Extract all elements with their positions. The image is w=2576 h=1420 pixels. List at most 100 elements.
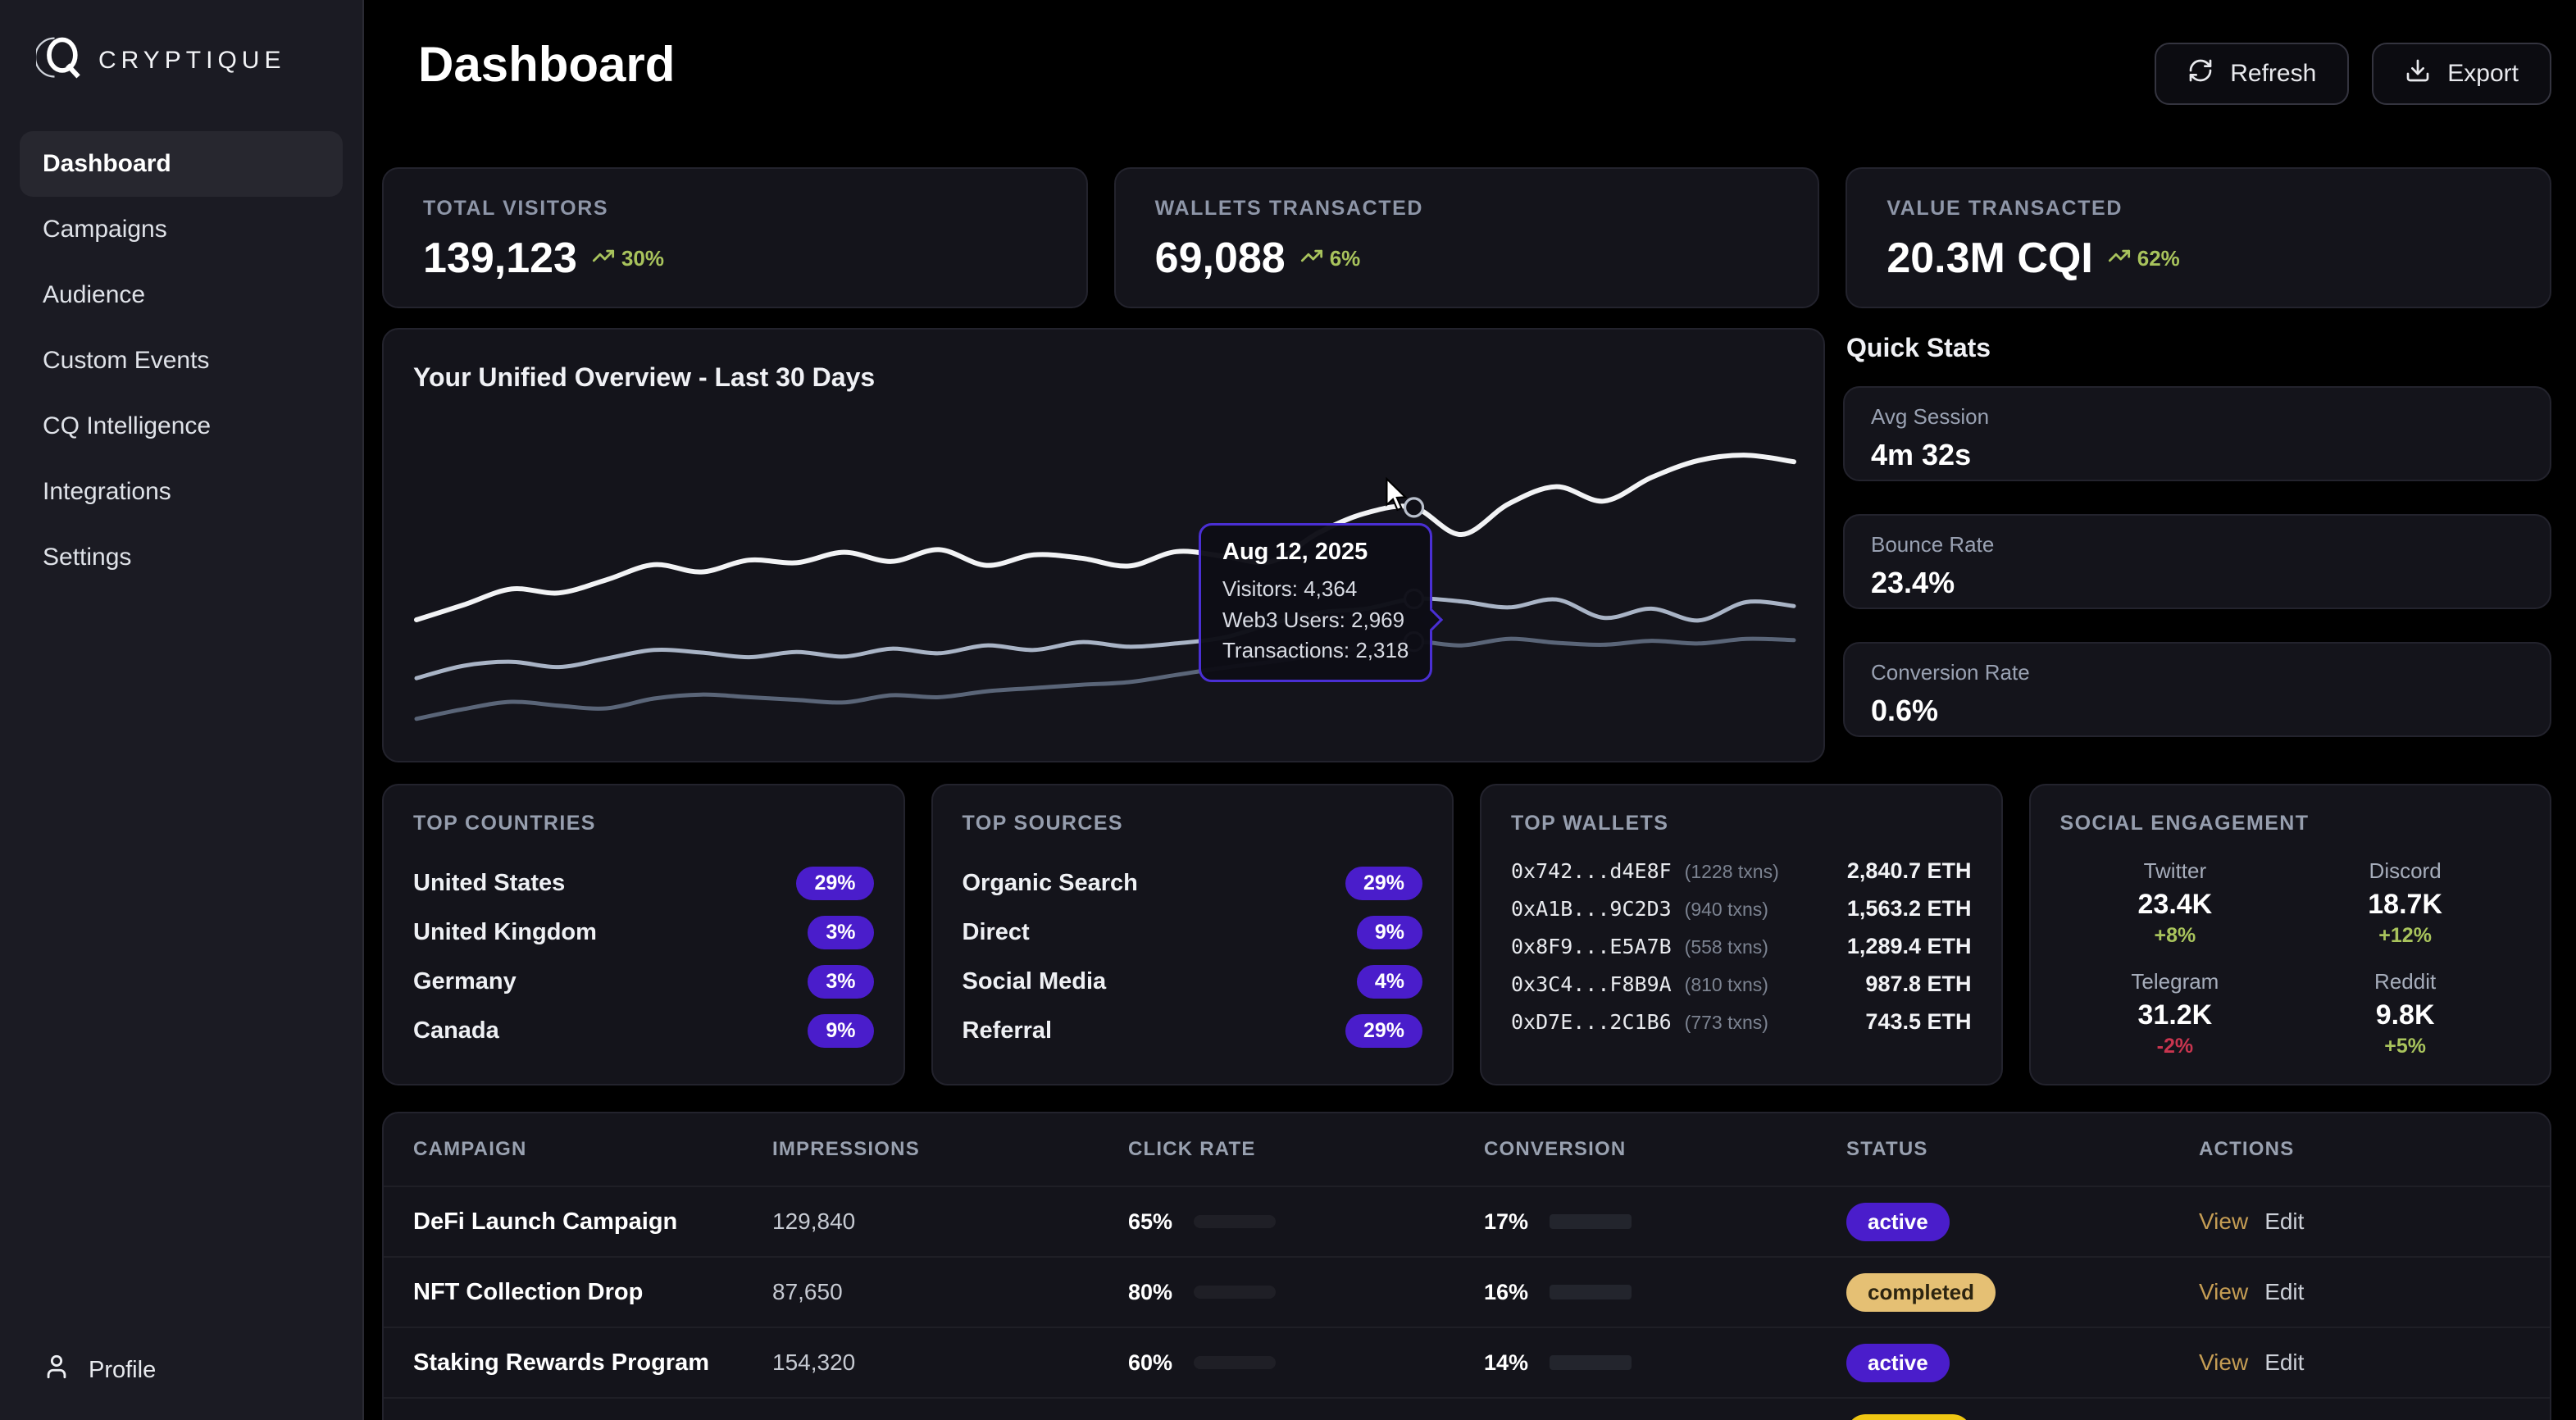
panel-title: TOP WALLETS	[1511, 812, 1972, 835]
stat-value: 139,123	[423, 234, 577, 283]
conversion-value: 17%	[1484, 1209, 1533, 1235]
social-label: Discord	[2290, 858, 2520, 884]
table-row: DeFi Launch Campaign 129,840 65% 17% act…	[384, 1186, 2550, 1256]
conversion-cell: 16%	[1484, 1280, 1846, 1305]
source-label: Direct	[963, 919, 1030, 946]
edit-link[interactable]: Edit	[2264, 1349, 2304, 1376]
tooltip-transactions: Transactions: 2,318	[1222, 635, 1409, 667]
tooltip-visitors: Visitors: 4,364	[1222, 574, 1409, 605]
click-rate-cell: 80%	[1128, 1280, 1484, 1305]
social-change: -2%	[2060, 1035, 2291, 1058]
social-grid: Twitter 23.4K +8% Discord 18.7K +12% Tel…	[2060, 858, 2521, 1058]
click-rate-value: 65%	[1128, 1209, 1177, 1235]
click-rate-value: 80%	[1128, 1280, 1177, 1305]
social-value: 9.8K	[2290, 999, 2520, 1031]
sidebar-item-cq-intelligence[interactable]: CQ Intelligence	[20, 394, 343, 459]
source-badge: 29%	[1345, 867, 1422, 900]
source-row: Direct 9%	[963, 908, 1423, 957]
brand-logo: CRYPTIQUE	[0, 0, 362, 131]
social-value: 31.2K	[2060, 999, 2291, 1031]
click-rate-bar	[1194, 1215, 1276, 1228]
status-cell: pending	[1846, 1414, 2199, 1420]
wallet-amount: 2,840.7 ETH	[1847, 858, 1972, 884]
social-label: Reddit	[2290, 969, 2520, 994]
social-change: +8%	[2060, 924, 2291, 948]
table-row: Liquidity Mining Event 98,760 55% 20% pe…	[384, 1397, 2550, 1420]
profile-button[interactable]: Profile	[20, 1340, 179, 1400]
stat-value: 69,088	[1155, 234, 1286, 283]
source-label: Social Media	[963, 968, 1107, 995]
sidebar: CRYPTIQUE Dashboard Campaigns Audience C…	[0, 0, 364, 1420]
social-engagement-panel: SOCIAL ENGAGEMENT Twitter 23.4K +8% Disc…	[2029, 784, 2552, 1085]
country-badge: 29%	[796, 867, 873, 900]
source-row: Referral 29%	[963, 1006, 1423, 1055]
social-cell-discord: Discord 18.7K +12%	[2290, 858, 2520, 948]
view-link[interactable]: View	[2199, 1208, 2248, 1235]
wallet-txns: (558 txns)	[1685, 936, 1768, 958]
mouse-cursor-icon	[1384, 477, 1409, 518]
chart-tooltip: Aug 12, 2025 Visitors: 4,364 Web3 Users:…	[1199, 523, 1432, 682]
refresh-icon	[2187, 57, 2214, 90]
conversion-cell: 17%	[1484, 1209, 1846, 1235]
cryptique-logo-icon	[36, 33, 85, 89]
col-click-rate: CLICK RATE	[1128, 1138, 1484, 1161]
wallet-txns: (773 txns)	[1685, 1012, 1768, 1034]
sidebar-item-campaigns[interactable]: Campaigns	[20, 197, 343, 262]
campaign-name: Staking Rewards Program	[413, 1349, 772, 1377]
overview-chart[interactable]	[384, 408, 1825, 753]
table-row: Staking Rewards Program 154,320 60% 14% …	[384, 1327, 2550, 1397]
view-link[interactable]: View	[2199, 1279, 2248, 1305]
source-badge: 29%	[1345, 1014, 1422, 1048]
wallet-amount: 1,289.4 ETH	[1847, 934, 1972, 959]
wallet-address: 0x3C4...F8B9A	[1511, 972, 1672, 996]
social-label: Telegram	[2060, 969, 2291, 994]
col-actions: ACTIONS	[2199, 1138, 2520, 1161]
source-row: Social Media 4%	[963, 957, 1423, 1006]
impressions-value: 154,320	[772, 1349, 1128, 1376]
cryptique-dashboard: CRYPTIQUE Dashboard Campaigns Audience C…	[0, 0, 2576, 1420]
wallet-txns: (1228 txns)	[1685, 861, 1779, 883]
sidebar-item-settings[interactable]: Settings	[20, 525, 343, 590]
panel-title: TOP SOURCES	[963, 812, 1423, 835]
sidebar-item-custom-events[interactable]: Custom Events	[20, 328, 343, 394]
wallet-amount: 1,563.2 ETH	[1847, 896, 1972, 922]
country-label: Canada	[413, 1017, 499, 1045]
header-actions: Refresh Export	[2155, 43, 2551, 105]
sidebar-item-dashboard[interactable]: Dashboard	[20, 131, 343, 197]
user-icon	[43, 1353, 71, 1387]
top-sources-panel: TOP SOURCES Organic Search 29% Direct 9%…	[931, 784, 1454, 1085]
wallet-address: 0xA1B...9C2D3	[1511, 897, 1672, 921]
col-campaign: CAMPAIGN	[413, 1138, 772, 1161]
col-impressions: IMPRESSIONS	[772, 1138, 1128, 1161]
conversion-value: 14%	[1484, 1350, 1533, 1376]
social-label: Twitter	[2060, 858, 2291, 884]
country-label: Germany	[413, 968, 517, 995]
wallet-row: 0x8F9...E5A7B (558 txns) 1,289.4 ETH	[1511, 934, 1972, 970]
quick-stat-avg-session: Avg Session 4m 32s	[1843, 386, 2551, 481]
export-button[interactable]: Export	[2372, 43, 2551, 105]
country-row: United Kingdom 3%	[413, 908, 874, 957]
wallet-amount: 743.5 ETH	[1865, 1009, 1971, 1035]
edit-link[interactable]: Edit	[2264, 1279, 2304, 1305]
stat-label: WALLETS TRANSACTED	[1155, 197, 1779, 221]
middle-panels-row: TOP COUNTRIES United States 29% United K…	[382, 784, 2551, 1085]
refresh-button[interactable]: Refresh	[2155, 43, 2349, 105]
panel-title: TOP COUNTRIES	[413, 812, 874, 835]
wallet-row: 0x3C4...F8B9A (810 txns) 987.8 ETH	[1511, 972, 1972, 1008]
actions-cell: View Edit	[2199, 1349, 2520, 1376]
edit-link[interactable]: Edit	[2264, 1208, 2304, 1235]
wallet-address: 0xD7E...2C1B6	[1511, 1010, 1672, 1034]
sidebar-item-audience[interactable]: Audience	[20, 262, 343, 328]
stat-value: 20.3M CQI	[1886, 234, 2092, 283]
tooltip-date: Aug 12, 2025	[1222, 539, 1409, 566]
country-label: United States	[413, 870, 565, 897]
status-cell: completed	[1846, 1273, 2199, 1312]
source-badge: 4%	[1357, 965, 1422, 999]
col-conversion: CONVERSION	[1484, 1138, 1846, 1161]
wallet-row: 0xD7E...2C1B6 (773 txns) 743.5 ETH	[1511, 1009, 1972, 1045]
country-row: Germany 3%	[413, 957, 874, 1006]
social-change: +12%	[2290, 924, 2520, 948]
quick-stat-value: 23.4%	[1871, 566, 2524, 600]
view-link[interactable]: View	[2199, 1349, 2248, 1376]
sidebar-item-integrations[interactable]: Integrations	[20, 459, 343, 525]
